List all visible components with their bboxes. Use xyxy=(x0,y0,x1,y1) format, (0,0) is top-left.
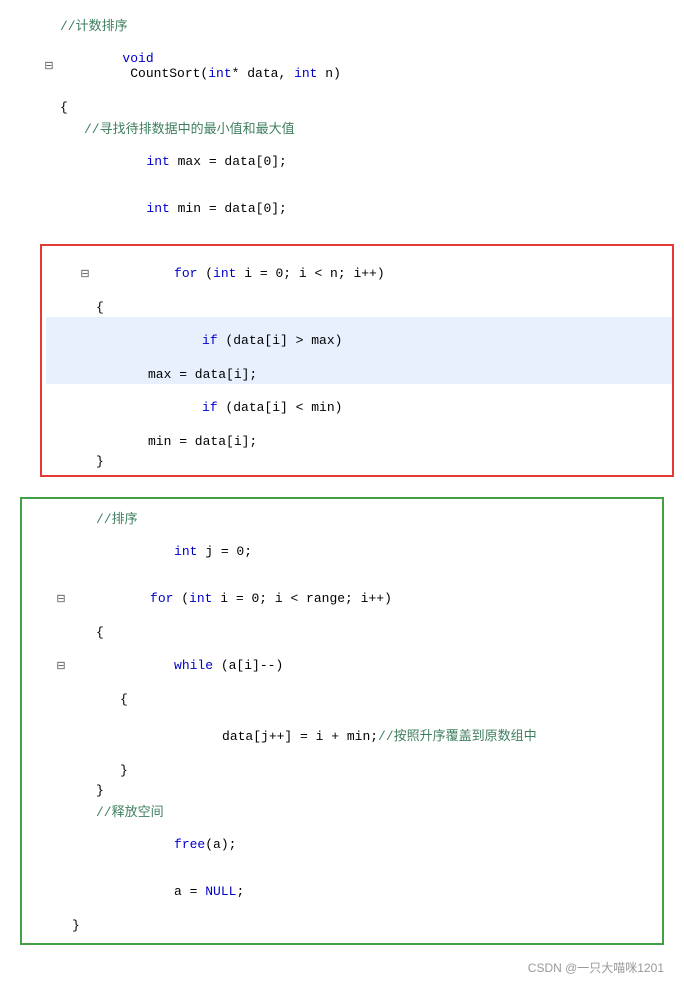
var-j: j = 0; xyxy=(197,544,252,559)
line-for-range-open: { xyxy=(22,622,662,642)
code-area: //计数排序 ⊟ void CountSort(int* data, int n… xyxy=(0,10,684,945)
line-for-loop: ⊟ for (int i = 0; i < n; i++) xyxy=(46,250,672,297)
line-max-assign: max = data[i]; xyxy=(46,364,672,384)
kw-free: free xyxy=(174,837,205,852)
code-for-brace-open: { xyxy=(92,300,672,315)
code-int-min: int min = data[0]; xyxy=(56,186,674,231)
code-for-brace-close: } xyxy=(92,454,672,469)
if-min-cond: (data[i] < min) xyxy=(218,400,343,415)
code-min-assign: min = data[i]; xyxy=(92,434,672,449)
red-highlight-box: ⊟ for (int i = 0; i < n; i++) { if (data… xyxy=(40,244,674,477)
code-free-a: free(a); xyxy=(68,822,662,867)
line-min-assign: min = data[i]; xyxy=(46,431,672,451)
a-null-text: a = xyxy=(174,884,205,899)
for-range-cond: i = 0; i < range; i++) xyxy=(212,591,391,606)
var-min: min = data[0]; xyxy=(170,201,287,216)
kw-void: void xyxy=(122,51,153,66)
line-int-max: int max = data[0]; xyxy=(10,138,674,185)
line-comment-sort: //排序 xyxy=(22,507,662,528)
code-comment-free: //释放空间 xyxy=(68,801,662,820)
line-if-min: if (data[i] < min) xyxy=(46,384,672,431)
code-max-assign: max = data[i]; xyxy=(92,367,672,382)
collapse-btn-for[interactable]: ⊟ xyxy=(78,267,92,281)
fn-name: CountSort( xyxy=(122,66,208,81)
kw-int-max: int xyxy=(146,154,169,169)
punct-star: * data, xyxy=(232,66,294,81)
kw-if2: if xyxy=(202,400,218,415)
separator xyxy=(10,481,674,493)
kw-int-min: int xyxy=(146,201,169,216)
line-int-min: int min = data[0]; xyxy=(10,185,674,232)
green-highlight-box: //排序 int j = 0; ⊟ for (int i = 0; i < ra… xyxy=(20,497,664,945)
code-int-j: int j = 0; xyxy=(68,529,662,574)
code-for-range: for (int i = 0; i < range; i++) xyxy=(68,576,662,621)
code-void-sig: void CountSort(int* data, int n) xyxy=(56,36,674,96)
line-int-j: int j = 0; xyxy=(22,528,662,575)
code-while-brace-close: } xyxy=(68,763,662,778)
collapse-btn-for-range[interactable]: ⊟ xyxy=(54,592,68,606)
code-outer-brace-close: } xyxy=(68,918,662,933)
for-range-body: ( xyxy=(173,591,189,606)
kw-for: for xyxy=(174,266,197,281)
free-call: (a); xyxy=(205,837,236,852)
code-int-max: int max = data[0]; xyxy=(56,139,674,184)
line-for-close-brace: } xyxy=(46,451,672,471)
line-while-close: } xyxy=(22,760,662,780)
top-code-block: //计数排序 ⊟ void CountSort(int* data, int n… xyxy=(10,10,674,236)
kw-int-j: int xyxy=(174,544,197,559)
line-outer-close-brace: } xyxy=(22,915,662,935)
code-if-min: if (data[i] < min) xyxy=(92,385,672,430)
line-comment-minmax: //寻找待排数据中的最小值和最大值 xyxy=(10,117,674,138)
line-if-max: if (data[i] > max) xyxy=(46,317,672,364)
kw-int1: int xyxy=(208,66,231,81)
code-for-loop: for (int i = 0; i < n; i++) xyxy=(92,251,672,296)
for-open: ( xyxy=(197,266,213,281)
collapse-btn-while[interactable]: ⊟ xyxy=(54,659,68,673)
line-comment-free: //释放空间 xyxy=(22,800,662,821)
collapse-btn-void[interactable]: ⊟ xyxy=(42,59,56,73)
code-comment-minmax: //寻找待排数据中的最小值和最大值 xyxy=(56,118,674,137)
code-a-null: a = NULL; xyxy=(68,869,662,914)
while-cond: (a[i]--) xyxy=(213,658,283,673)
kw-for2: for xyxy=(150,591,173,606)
kw-int-i2: int xyxy=(189,591,212,606)
comment-inline: //按照升序覆盖到原数组中 xyxy=(378,729,537,744)
if-max-cond: (data[i] > max) xyxy=(218,333,343,348)
code-for-range-brace: { xyxy=(68,625,662,640)
line-for-range: ⊟ for (int i = 0; i < range; i++) xyxy=(22,575,662,622)
line-for-open-brace: { xyxy=(46,297,672,317)
line-open-brace1: { xyxy=(10,97,674,117)
line-for-range-close: } xyxy=(22,780,662,800)
kw-if1: if xyxy=(202,333,218,348)
code-data-assign: data[j++] = i + min;//按照升序覆盖到原数组中 xyxy=(68,710,662,759)
code-brace-open: { xyxy=(56,100,674,115)
watermark: CSDN @一只大喵咪1201 xyxy=(0,949,684,976)
for-body: i = 0; i < n; i++) xyxy=(236,266,384,281)
fn-param-n: n) xyxy=(317,66,340,81)
kw-null: NULL xyxy=(205,884,236,899)
line-void-countsort: ⊟ void CountSort(int* data, int n) xyxy=(10,35,674,97)
data-assign-text: data[j++] = i + min; xyxy=(222,729,378,744)
line-free-a: free(a); xyxy=(22,821,662,868)
kw-int-i: int xyxy=(213,266,236,281)
code-for-range-brace-close: } xyxy=(68,783,662,798)
semicolon: ; xyxy=(236,884,244,899)
code-if-max: if (data[i] > max) xyxy=(92,318,672,363)
line-while: ⊟ while (a[i]--) xyxy=(22,642,662,689)
var-max: max = data[0]; xyxy=(170,154,287,169)
code-while-brace-open: { xyxy=(68,692,662,707)
code-comment: //计数排序 xyxy=(56,15,674,34)
kw-while: while xyxy=(174,658,213,673)
line-data-assign: data[j++] = i + min;//按照升序覆盖到原数组中 xyxy=(22,709,662,760)
line-comment-header: //计数排序 xyxy=(10,14,674,35)
line-while-open: { xyxy=(22,689,662,709)
kw-int2: int xyxy=(294,66,317,81)
code-while: while (a[i]--) xyxy=(68,643,662,688)
code-comment-sort: //排序 xyxy=(68,508,662,527)
line-a-null: a = NULL; xyxy=(22,868,662,915)
